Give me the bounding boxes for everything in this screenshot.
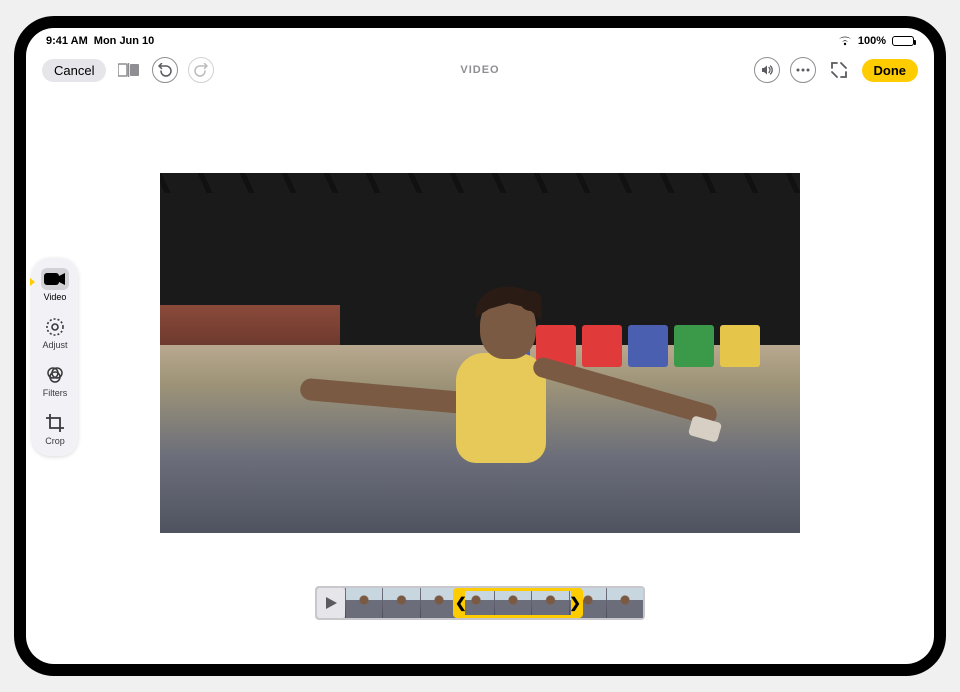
video-camera-icon [41,268,69,290]
battery-icon [892,36,914,46]
sidebar-item-crop[interactable]: Crop [35,412,75,446]
mode-title: VIDEO [460,64,499,76]
status-time: 9:41 AM [46,35,88,47]
filters-circles-icon [41,364,69,386]
timeline-thumb [345,588,382,618]
sidebar-item-label: Adjust [42,340,67,350]
timeline[interactable]: ❮ ❯ [315,586,645,620]
wifi-icon [838,36,852,46]
play-button[interactable] [317,588,345,618]
crop-icon [41,412,69,434]
editor-toolbar: Cancel [26,51,934,89]
timeline-thumb [531,588,568,618]
expand-icon [830,61,848,79]
undo-button[interactable] [152,57,178,83]
sidebar-item-filters[interactable]: Filters [35,364,75,398]
done-button[interactable]: Done [862,59,919,82]
adjust-dial-icon [41,316,69,338]
fullscreen-button[interactable] [826,57,852,83]
timeline-area: ❮ ❯ [26,586,934,646]
frame-viewer[interactable]: ❮ ❯ [345,588,643,618]
ipad-device-frame: 9:41 AM Mon Jun 10 100% Cancel [14,16,946,676]
volume-button[interactable] [754,57,780,83]
active-tool-caret-icon [30,278,35,286]
status-bar: 9:41 AM Mon Jun 10 100% [26,31,934,51]
aspect-toggle-button[interactable] [116,57,142,83]
redo-button[interactable] [188,57,214,83]
trim-handle-right[interactable]: ❯ [569,595,581,612]
sidebar-item-adjust[interactable]: Adjust [35,316,75,350]
video-subject [360,293,620,523]
battery-percent: 100% [858,35,886,47]
aspect-icon [118,63,140,77]
sidebar-item-label: Filters [43,388,68,398]
cancel-button[interactable]: Cancel [42,59,106,82]
preview-area [26,89,934,586]
timeline-thumb [420,588,457,618]
undo-icon [158,63,172,77]
sidebar-item-video[interactable]: Video [35,268,75,302]
video-preview[interactable] [160,173,800,533]
timeline-thumb [382,588,419,618]
more-options-button[interactable] [790,57,816,83]
trim-handle-left[interactable]: ❮ [455,595,467,612]
timeline-thumb [494,588,531,618]
sidebar-item-label: Video [44,292,67,302]
edit-tools-sidebar: Video Adjust Filters Crop [32,258,78,456]
ellipsis-icon [796,68,810,72]
speaker-icon [760,63,774,77]
redo-icon [194,63,208,77]
timeline-thumb [606,588,643,618]
status-date: Mon Jun 10 [94,35,155,47]
screen: 9:41 AM Mon Jun 10 100% Cancel [26,28,934,664]
play-icon [326,597,337,609]
sidebar-item-label: Crop [45,436,65,446]
